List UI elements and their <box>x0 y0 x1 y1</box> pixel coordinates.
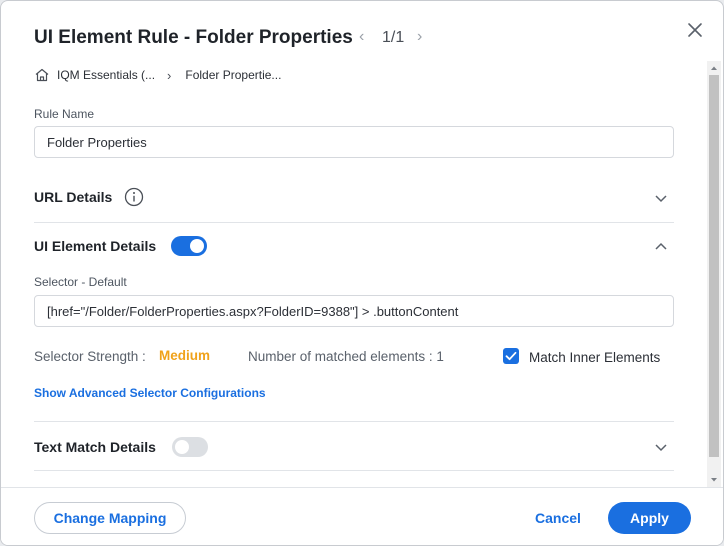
dialog-content: Rule Name Folder Properties URL Details … <box>1 97 707 487</box>
scrollbar-thumb[interactable] <box>709 75 719 457</box>
selector-input[interactable]: [href="/Folder/FolderProperties.aspx?Fol… <box>34 295 674 327</box>
rule-name-label: Rule Name <box>34 107 95 121</box>
selector-label: Selector - Default <box>34 275 127 289</box>
chevron-down-icon[interactable] <box>653 190 669 206</box>
chevron-right-icon[interactable]: › <box>417 28 422 46</box>
info-icon[interactable] <box>124 187 144 207</box>
dialog-title: UI Element Rule - Folder Properties <box>34 27 353 48</box>
dialog-header: UI Element Rule - Folder Properties ‹ 1/… <box>1 1 723 61</box>
ui-element-rule-dialog: UI Element Rule - Folder Properties ‹ 1/… <box>0 0 724 546</box>
selector-strength-value: Medium <box>159 348 211 363</box>
match-inner-elements-label[interactable]: Match Inner Elements <box>529 350 660 365</box>
section-divider <box>34 222 674 223</box>
content-scrollbar[interactable] <box>707 61 721 487</box>
chevron-right-icon: › <box>167 67 172 83</box>
url-details-title[interactable]: URL Details <box>34 189 112 205</box>
chevron-up-icon[interactable] <box>653 239 669 255</box>
rule-name-input[interactable]: Folder Properties <box>34 126 674 158</box>
section-divider <box>34 421 674 422</box>
toggle-knob <box>190 239 204 253</box>
ui-element-details-toggle[interactable] <box>171 236 207 256</box>
selector-strength-label: Selector Strength : <box>34 349 146 364</box>
text-match-details-title[interactable]: Text Match Details <box>34 439 156 455</box>
ui-element-details-title[interactable]: UI Element Details <box>34 238 156 254</box>
chevron-left-icon[interactable]: ‹ <box>359 28 364 46</box>
match-inner-elements-checkbox[interactable] <box>503 348 519 364</box>
matched-elements-count: Number of matched elements : 1 <box>248 349 444 364</box>
advanced-selector-link[interactable]: Show Advanced Selector Configurations <box>34 386 266 400</box>
toggle-knob <box>175 440 189 454</box>
home-icon[interactable] <box>34 67 50 83</box>
text-match-details-toggle[interactable] <box>172 437 208 457</box>
section-divider <box>34 470 674 471</box>
change-mapping-button[interactable]: Change Mapping <box>34 502 186 534</box>
breadcrumb: IQM Essentials (... › Folder Propertie..… <box>34 66 281 84</box>
breadcrumb-item-project[interactable]: IQM Essentials (... <box>57 68 155 82</box>
cancel-button[interactable]: Cancel <box>535 510 581 526</box>
pager-count: 1/1 <box>382 29 405 46</box>
chevron-down-icon[interactable] <box>653 439 669 455</box>
dialog-footer: Change Mapping Cancel Apply <box>1 487 723 545</box>
scroll-down-arrow-icon[interactable] <box>707 473 721 487</box>
scroll-up-arrow-icon[interactable] <box>707 61 721 75</box>
close-icon[interactable] <box>685 20 705 40</box>
apply-button[interactable]: Apply <box>608 502 691 534</box>
breadcrumb-item-current: Folder Propertie... <box>185 68 282 82</box>
